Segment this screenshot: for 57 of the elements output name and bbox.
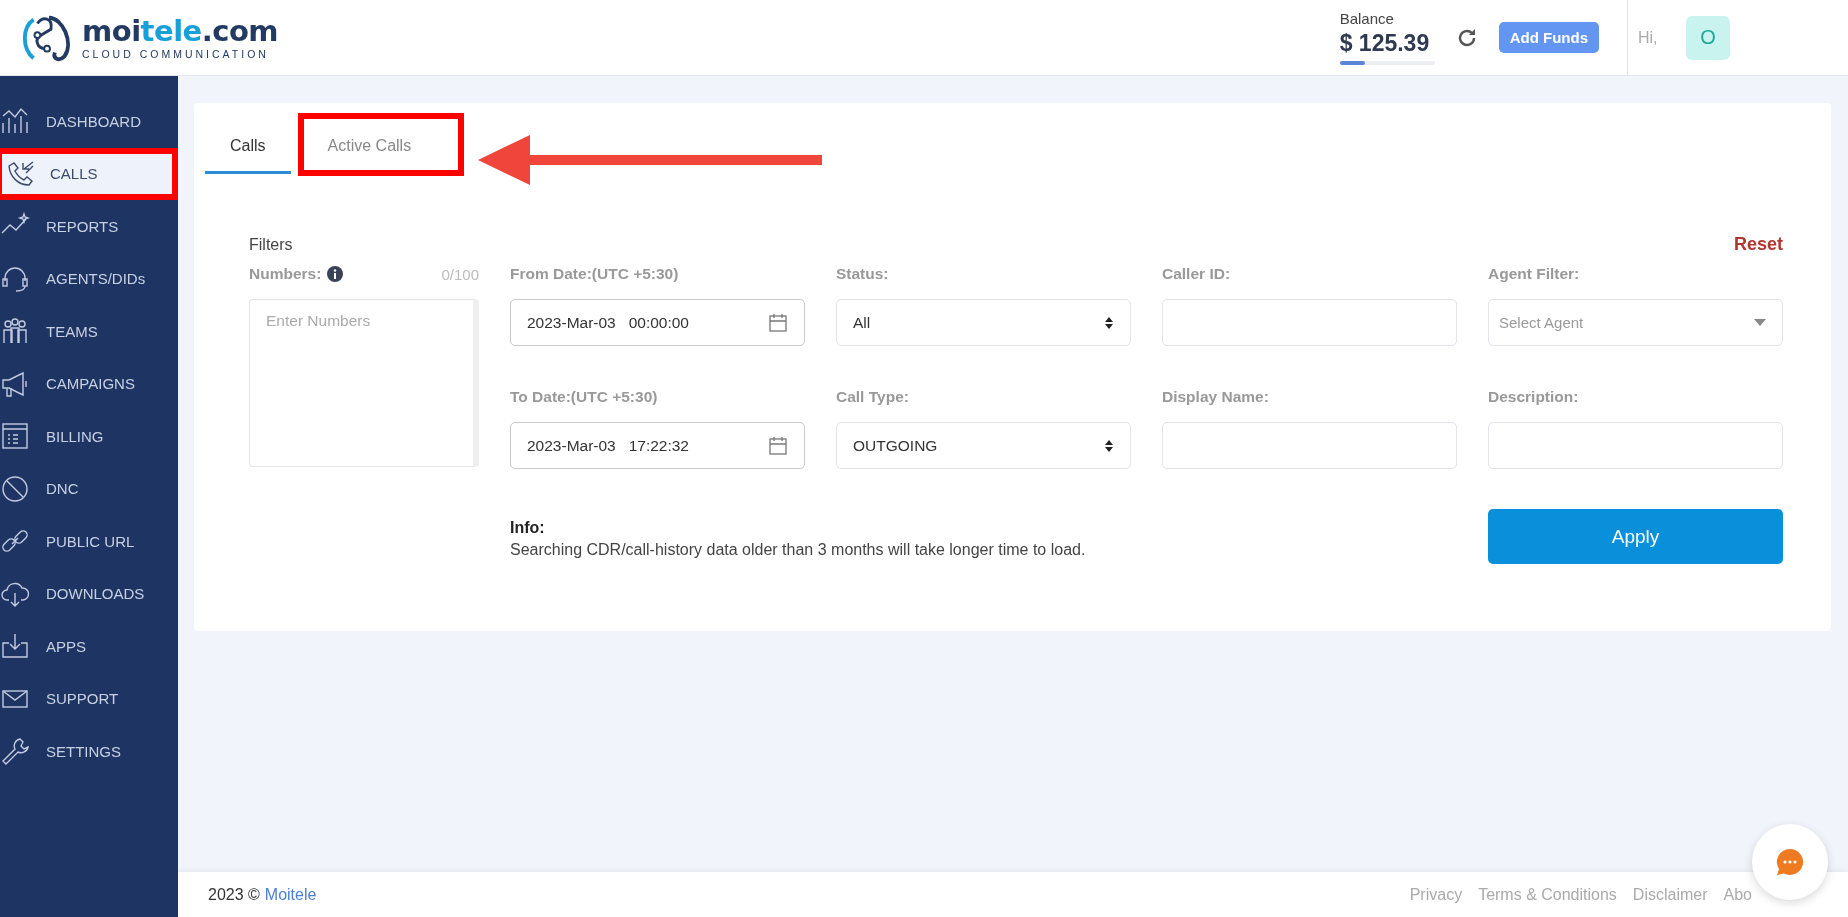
chat-icon	[1775, 847, 1805, 877]
chat-button[interactable]	[1752, 824, 1828, 900]
select-field[interactable]: All	[836, 299, 1131, 346]
sidebar-item[interactable]: TEAMS	[0, 305, 178, 358]
field-label: Status:	[836, 264, 890, 284]
calendar-icon	[768, 435, 788, 456]
sort-caret-icon	[1104, 438, 1114, 453]
phone-icon	[6, 158, 36, 189]
invoice-icon	[0, 421, 30, 452]
calendar-icon	[768, 312, 788, 333]
field-label: Description:	[1488, 387, 1580, 407]
sidebar-item[interactable]: CAMPAIGNS	[0, 357, 178, 410]
logo-tagline: CLOUD COMMUNICATION	[82, 48, 270, 60]
input-field[interactable]	[1162, 299, 1457, 346]
tab[interactable]: Active Calls	[302, 125, 437, 174]
copyright-text: 2023 ©	[208, 885, 260, 904]
apply-button[interactable]: Apply	[1488, 509, 1783, 564]
logo-wordmark: moitele.com	[82, 15, 279, 47]
sidebar-item[interactable]: APPS	[0, 620, 178, 673]
balance-amount: $ 125.39	[1339, 30, 1431, 57]
caret-icon	[1754, 319, 1766, 326]
balance-label: Balance	[1339, 10, 1395, 27]
reset-link[interactable]: Reset	[1733, 234, 1783, 255]
sort-caret-icon	[1104, 315, 1114, 330]
date-field[interactable]: 2023-Mar-03 00:00:00	[510, 299, 805, 346]
numbers-field[interactable]: Enter Numbers	[249, 299, 479, 467]
filters-title: Filters	[249, 235, 293, 254]
sidebar-item[interactable]: SUPPORT	[0, 672, 178, 725]
sidebar-item[interactable]: DOWNLOADS	[0, 567, 178, 620]
field-label: To Date:(UTC +5:30)	[510, 387, 659, 407]
wrench-icon	[0, 736, 30, 767]
field-label: Display Name:	[1162, 387, 1270, 407]
brand-link[interactable]: Moitele	[264, 885, 317, 904]
field-label: Agent Filter:	[1488, 264, 1581, 284]
field-label: Caller ID:	[1162, 264, 1232, 284]
numbers-label: Numbers:	[249, 264, 322, 284]
sidebar-item[interactable]: SETTINGS	[0, 725, 178, 778]
sidebar-item[interactable]: DASHBOARD	[0, 95, 178, 148]
field-label: From Date:(UTC +5:30)	[510, 264, 680, 284]
info-icon	[327, 266, 344, 282]
field-label: Call Type:	[836, 387, 910, 407]
select-field[interactable]: OUTGOING	[836, 422, 1131, 469]
tab[interactable]: Calls	[205, 125, 291, 174]
ban-icon	[0, 473, 30, 504]
input-field[interactable]	[1488, 422, 1783, 469]
sidebar-item[interactable]: AGENTS/DIDs	[0, 252, 178, 305]
sidebar-item[interactable]: CALLS	[0, 147, 178, 200]
sidebar-item[interactable]: BILLING	[0, 410, 178, 463]
date-field[interactable]: 2023-Mar-03 17:22:32	[510, 422, 805, 469]
input-field[interactable]	[1162, 422, 1457, 469]
info-text: Searching CDR/call-history data older than 3 months will take longer time to load.	[510, 541, 1087, 559]
sidebar-item[interactable]: REPORTS	[0, 200, 178, 253]
numbers-counter: 0/100	[441, 265, 479, 283]
info-title: Info:	[510, 519, 546, 537]
sidebar-item[interactable]: PUBLIC URL	[0, 515, 178, 568]
greeting: Hi,	[1638, 28, 1659, 47]
sidebar-item[interactable]: DNC	[0, 462, 178, 515]
